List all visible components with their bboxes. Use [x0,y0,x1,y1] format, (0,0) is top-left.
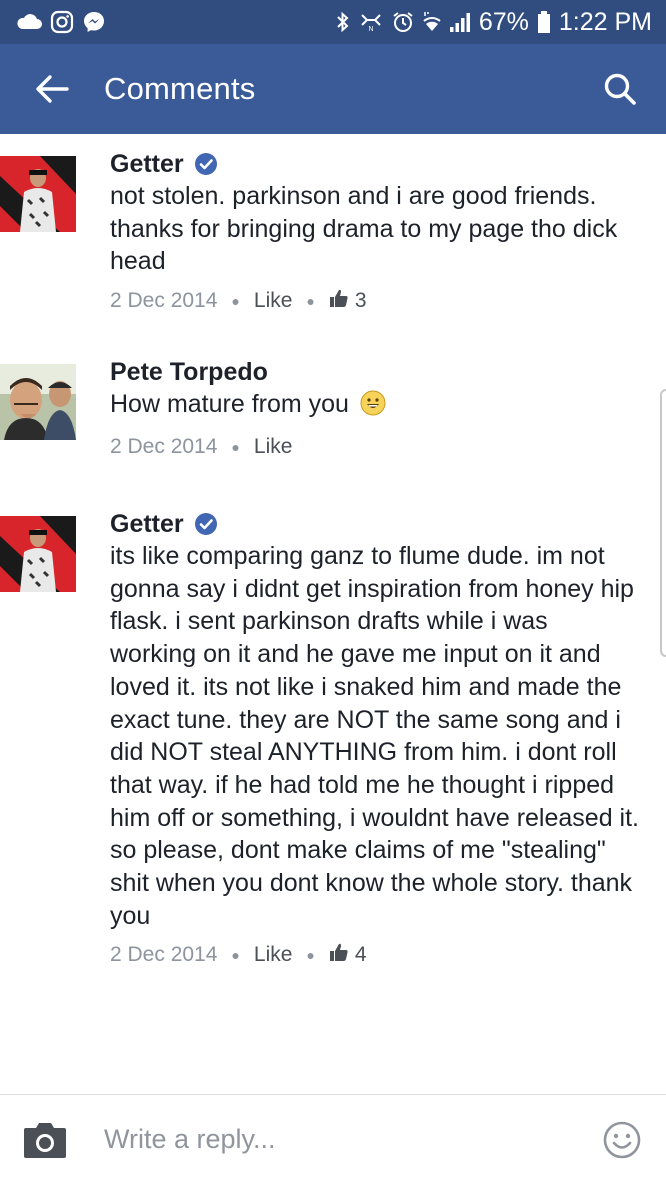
cloud-icon [16,14,42,30]
camera-icon[interactable] [22,1120,68,1160]
separator-dot: ● [306,293,315,310]
verified-badge-icon [194,512,218,536]
clock: 1:22 PM [558,7,652,36]
comment-date: 2 Dec 2014 [110,434,218,458]
emoji-smiley-icon[interactable] [602,1120,642,1160]
avatar[interactable] [0,156,76,232]
comment-meta: 2 Dec 2014 ● Like ● 4 [110,942,640,968]
thumbs-up-icon [329,942,349,968]
comment-text: not stolen. parkinson and i are good fri… [110,182,618,276]
status-bar: N 67% 1:22 PM [0,0,666,44]
like-count[interactable]: 4 [329,942,367,968]
comment-item: Getter its like comparing ganz to flume … [0,506,640,968]
battery-icon [537,10,551,34]
comment-text-content: How mature from you [110,390,349,418]
comment-meta: 2 Dec 2014 ● Like [110,435,640,459]
reply-bar [0,1094,666,1184]
smiley-emoji-icon [360,390,386,425]
comment-text: its like comparing ganz to flume dude. i… [110,542,639,930]
alarm-icon [391,10,415,34]
comment-text: How mature from you [110,388,640,425]
page-title: Comments [104,71,256,106]
like-count-value: 4 [354,943,367,967]
svg-text:N: N [368,26,373,33]
separator-dot: ● [231,293,240,310]
notification-icons [16,10,106,34]
like-count[interactable]: 3 [329,288,367,314]
avatar[interactable] [0,516,76,592]
like-button[interactable]: Like [254,943,293,967]
reply-input[interactable] [104,1124,602,1155]
battery-percent: 67% [478,7,529,36]
comment-author[interactable]: Getter [110,510,184,539]
like-button[interactable]: Like [254,289,293,313]
back-arrow-icon[interactable] [30,67,74,111]
comment-date: 2 Dec 2014 [110,289,218,313]
comment-author[interactable]: Getter [110,150,184,179]
signal-icon [449,11,471,33]
separator-dot: ● [231,438,240,455]
search-icon[interactable] [598,67,642,111]
like-button[interactable]: Like [254,435,293,459]
wifi-icon [423,10,441,34]
nfc-icon: N [359,11,383,33]
comment-item: Pete Torpedo How mature from you 2 Dec 2… [0,354,640,459]
thumbs-up-icon [329,288,349,314]
comment-meta: 2 Dec 2014 ● Like ● 3 [110,288,640,314]
messenger-icon [82,10,106,34]
instagram-icon [50,10,74,34]
comment-author[interactable]: Pete Torpedo [110,358,268,387]
comment-list[interactable]: Getter not stolen. parkinson and i are g… [0,134,666,1094]
comment-date: 2 Dec 2014 [110,943,218,967]
system-icons: N 67% 1:22 PM [335,8,652,37]
separator-dot: ● [231,947,240,964]
avatar[interactable] [0,364,76,440]
separator-dot: ● [306,947,315,964]
verified-badge-icon [194,152,218,176]
edge-panel-handle[interactable] [660,389,666,657]
bluetooth-icon [335,10,351,34]
comment-item: Getter not stolen. parkinson and i are g… [0,146,640,314]
app-bar: Comments [0,44,666,134]
like-count-value: 3 [354,289,367,313]
